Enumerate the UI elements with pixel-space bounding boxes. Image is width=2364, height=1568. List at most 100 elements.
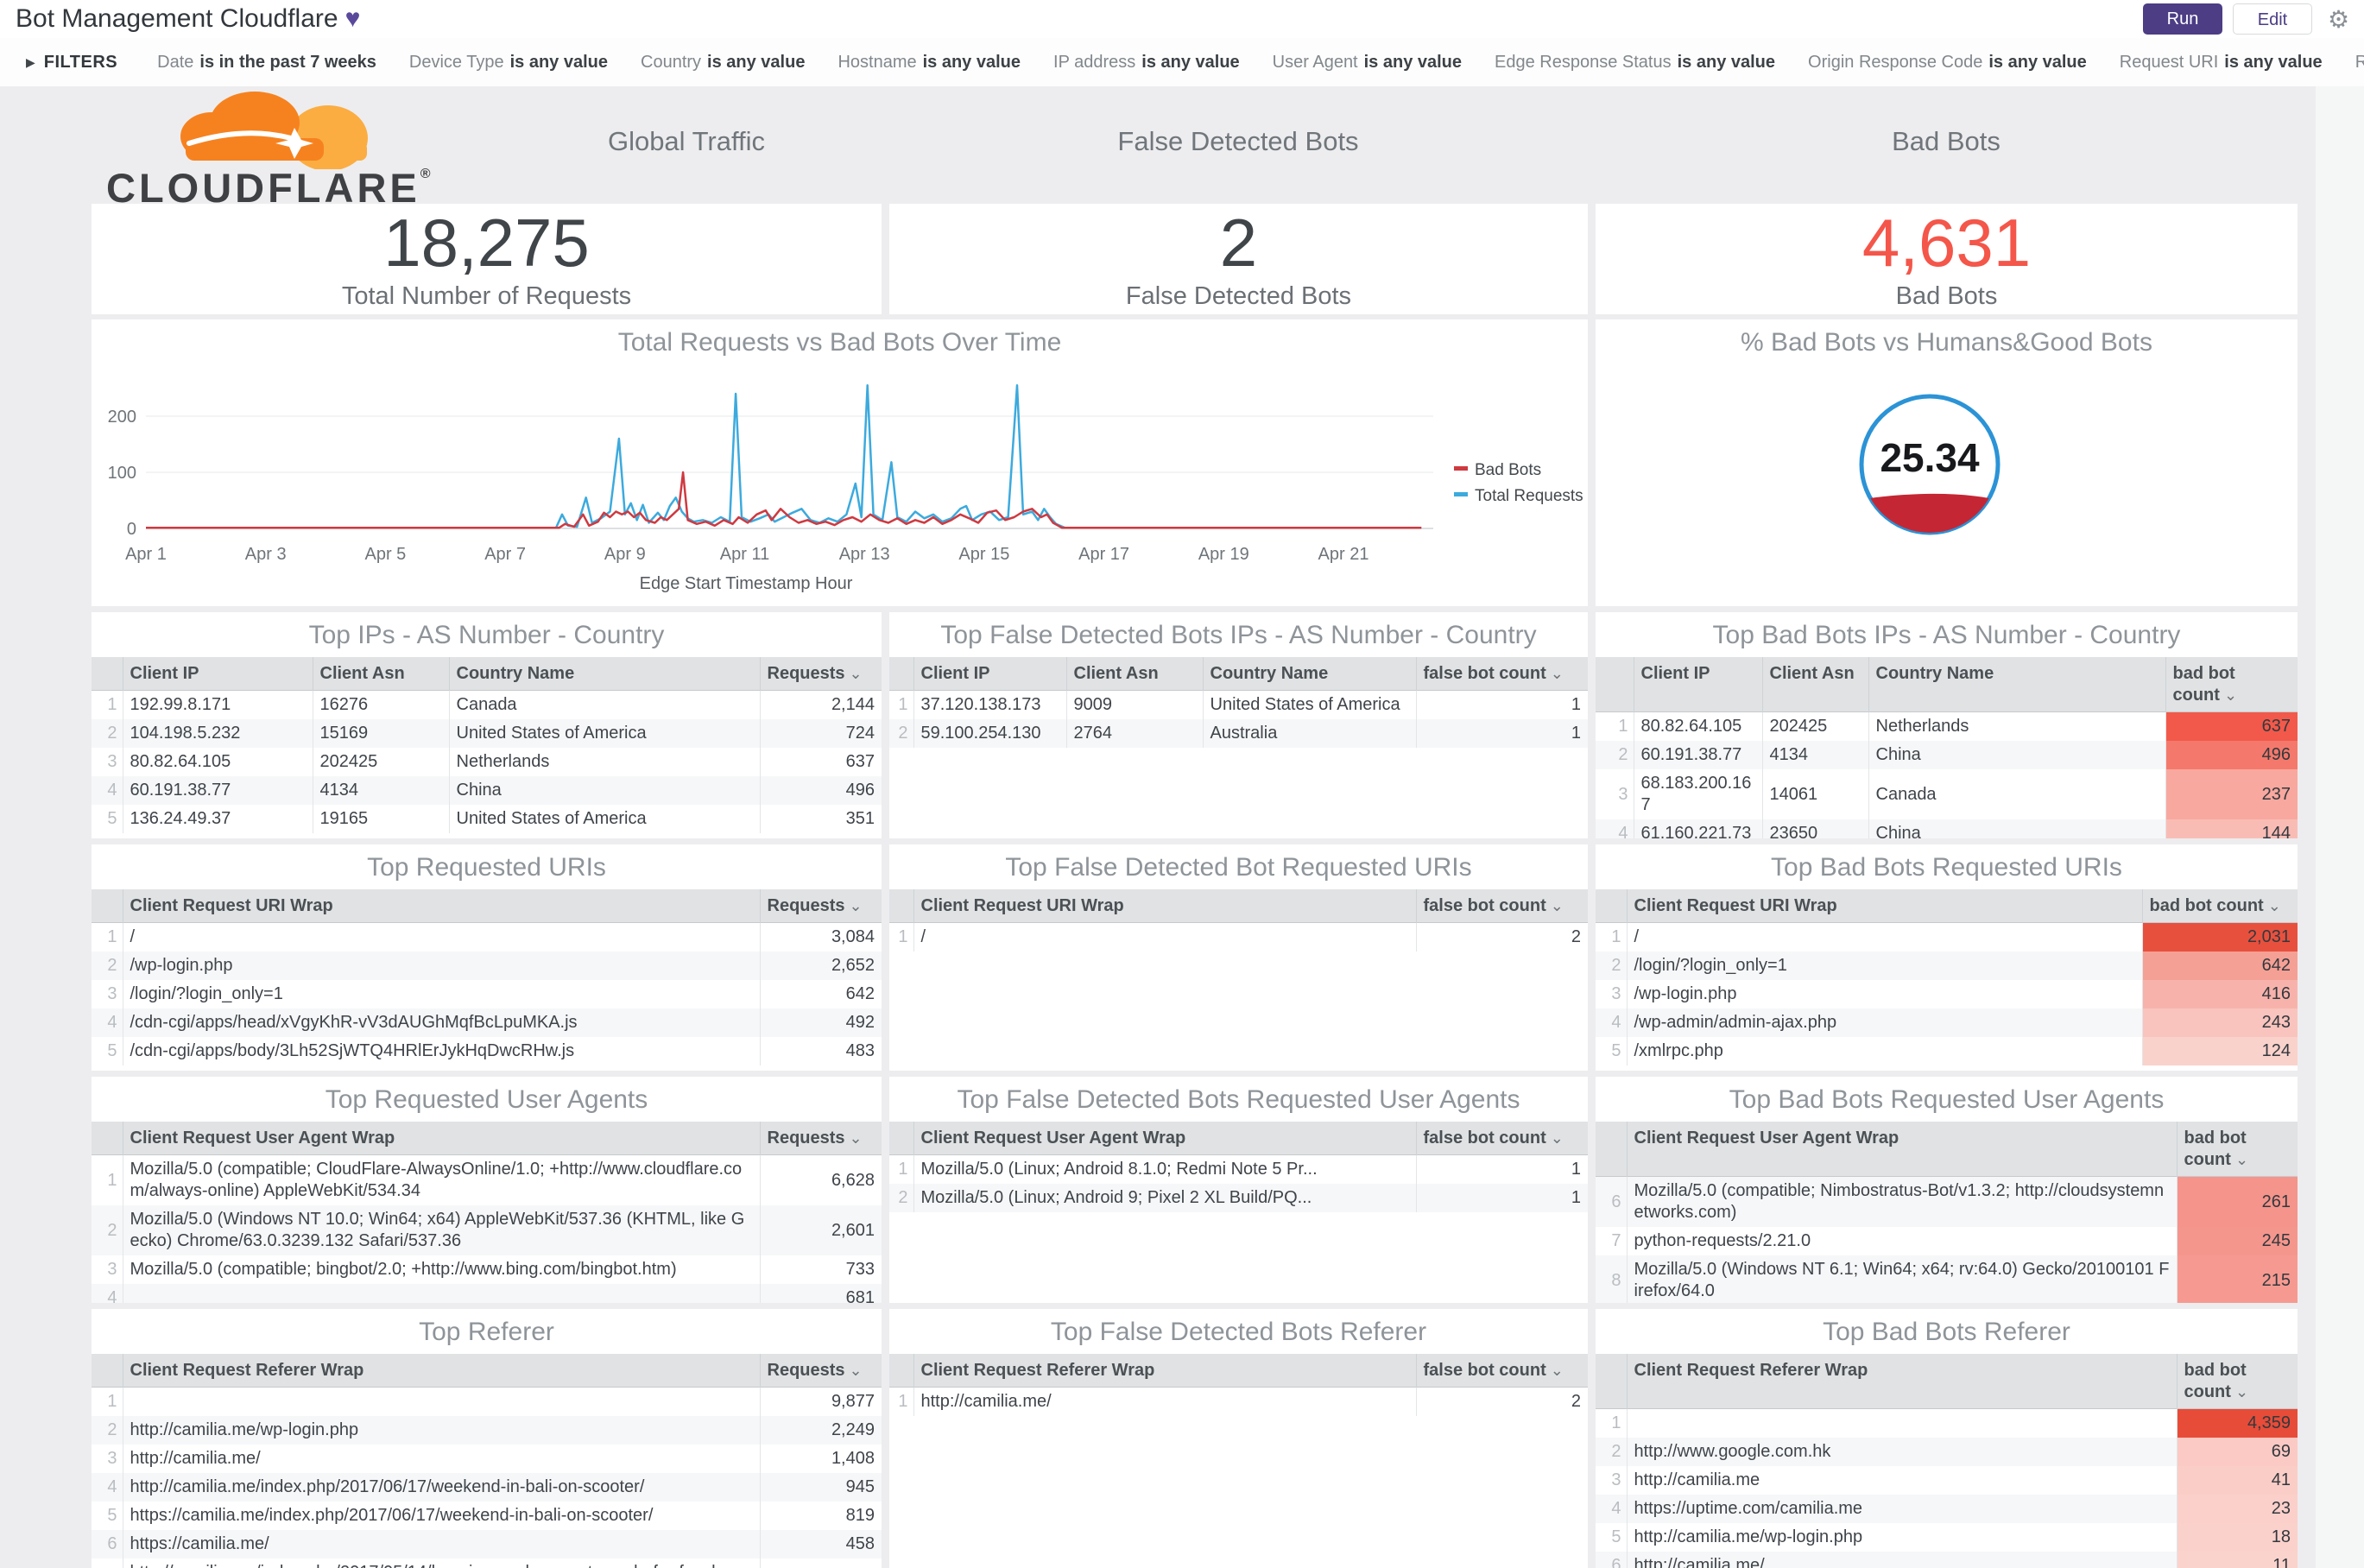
column-header[interactable]: Client Asn <box>1761 657 1868 712</box>
table-cell: 4134 <box>1761 741 1868 769</box>
table-cell: 192.99.8.171 <box>122 690 313 719</box>
column-header[interactable]: Client Request Referer Wrap <box>913 1354 1416 1388</box>
table-cell: https://uptime.com/camilia.me <box>1626 1495 2177 1523</box>
table-cell: 733 <box>759 1255 882 1284</box>
data-table: Client Request Referer Wrap bad bot count… <box>1596 1354 2298 1568</box>
column-header[interactable]: Client Request URI Wrap <box>122 889 760 923</box>
table-cell: 492 <box>759 1008 882 1037</box>
table-cell: /xmlrpc.php <box>1626 1037 2142 1065</box>
table-cell: / <box>122 922 760 952</box>
svg-text:Apr 9: Apr 9 <box>604 545 646 564</box>
column-header[interactable]: Client Asn <box>312 657 449 691</box>
sort-caret-icon: ⌄ <box>2234 1151 2249 1168</box>
row-number: 5 <box>1596 1523 1627 1552</box>
table-cell: http://camilia.me/wp-login.php <box>122 1416 760 1445</box>
column-header[interactable]: false bot count ⌄ <box>1415 657 1588 691</box>
row-number: 4 <box>92 1008 123 1037</box>
table-cell: 11 <box>2176 1552 2298 1568</box>
column-header[interactable]: false bot count ⌄ <box>1415 889 1588 923</box>
filter-value: is any value <box>509 52 609 72</box>
column-header[interactable]: Client Request User Agent Wrap <box>913 1122 1416 1155</box>
filter-item[interactable]: User Agent is any value <box>1273 53 1462 72</box>
column-header[interactable]: Country Name <box>1868 657 2165 712</box>
table-cell: 496 <box>2165 741 2298 769</box>
column-header[interactable]: bad bot count ⌄ <box>2176 1122 2298 1177</box>
table-row: 1 4,359 <box>1596 1408 2298 1438</box>
filter-item[interactable]: IP address is any value <box>1053 53 1240 72</box>
data-table: Client IP Client Asn Country Name false bot… <box>889 657 1588 748</box>
cloudflare-logo: CLOUDFLARE® <box>106 90 460 211</box>
table-row: 2/wp-login.php 2,652 <box>92 952 882 980</box>
column-header[interactable]: Requests ⌄ <box>759 657 882 691</box>
kpi-value: 4,631 <box>1861 204 2032 281</box>
table-cell: Mozilla/5.0 (compatible; bingbot/2.0; +h… <box>122 1255 760 1284</box>
filter-item[interactable]: Country is any value <box>641 53 805 72</box>
sort-caret-icon: ⌄ <box>849 1129 863 1147</box>
kpi-total-requests: 18,275 Total Number of Requests <box>92 204 882 314</box>
table: Client Request User Agent Wrap false bot … <box>889 1122 1588 1212</box>
sort-caret-icon: ⌄ <box>2267 897 2281 914</box>
table-cell: 496 <box>759 776 882 805</box>
column-header[interactable]: Client Request Referer Wrap <box>122 1354 760 1388</box>
data-table: Client IP Client Asn Country Name bad bot c… <box>1596 657 2298 838</box>
filter-item[interactable]: Hostname is any value <box>838 53 1021 72</box>
filter-item[interactable]: Request URI is any value <box>2120 53 2323 72</box>
filter-item[interactable]: Device Type is any value <box>409 53 608 72</box>
table: Client Request URI Wrap bad bot count ⌄ 1/2… <box>1596 889 2298 1065</box>
table-row: 5 136.24.49.37 19165 United States of Ameri… <box>92 805 882 833</box>
table-cell: 2,144 <box>759 690 882 719</box>
filter-item[interactable]: Date is in the past 7 weeks <box>157 53 376 72</box>
column-header[interactable]: bad bot count ⌄ <box>2165 657 2298 712</box>
table-title: Top False Detected Bots Requested User A… <box>957 1085 1520 1114</box>
table-panel-top-user-agents: Top Requested User Agents Client Request… <box>92 1077 882 1303</box>
table-cell: /wp-login.php <box>122 952 760 980</box>
column-header[interactable]: Client Asn <box>1065 657 1203 691</box>
table-cell: China <box>1868 819 2165 838</box>
column-header[interactable]: Client Request URI Wrap <box>913 889 1416 923</box>
column-header[interactable]: false bot count ⌄ <box>1415 1122 1588 1155</box>
column-header[interactable]: Client Request User Agent Wrap <box>122 1122 760 1155</box>
table-cell: United States of America <box>448 719 760 748</box>
row-number-header <box>92 657 123 691</box>
run-button[interactable]: Run <box>2143 3 2222 35</box>
column-header[interactable]: Client Request User Agent Wrap <box>1626 1122 2177 1177</box>
sort-caret-icon: ⌄ <box>1550 665 1564 682</box>
table-title: Top Bad Bots Requested URIs <box>1771 853 2122 882</box>
column-header[interactable]: Client IP <box>913 657 1066 691</box>
timeseries-chart[interactable]: 0 100 200 Apr 1 Apr 3 Apr 5 Apr 7 Apr 9 Apr 11 Ap… <box>92 364 1588 606</box>
table-title: Top False Detected Bots IPs - AS Number … <box>940 621 1537 649</box>
column-header[interactable]: false bot count ⌄ <box>1415 1354 1588 1388</box>
column-header[interactable]: bad bot count ⌄ <box>2141 889 2298 923</box>
table-title: Top Requested User Agents <box>325 1085 648 1114</box>
legend-label[interactable]: Total Requests <box>1475 487 1583 505</box>
table-row: 1 37.120.138.173 9009 United States of Amer… <box>889 690 1588 719</box>
filter-value: is in the past 7 weeks <box>199 52 376 72</box>
edit-button[interactable]: Edit <box>2233 3 2312 35</box>
column-header[interactable]: Country Name <box>448 657 760 691</box>
row-number: 7 <box>1596 1227 1627 1255</box>
row-number-header <box>889 657 913 691</box>
table-cell: 284 <box>759 1559 882 1568</box>
column-header[interactable]: Requests ⌄ <box>759 1122 882 1155</box>
filters-label[interactable]: FILTERS <box>44 53 117 73</box>
column-header[interactable]: Client Request URI Wrap <box>1626 889 2142 923</box>
svg-text:Apr 19: Apr 19 <box>1198 545 1249 564</box>
column-header[interactable]: Requests ⌄ <box>759 889 882 923</box>
column-header[interactable]: bad bot count ⌄ <box>2176 1354 2298 1409</box>
filter-item[interactable]: RayIDis any value <box>2355 53 2364 72</box>
gear-icon[interactable]: ⚙ <box>2328 5 2349 34</box>
svg-text:Apr 21: Apr 21 <box>1318 545 1369 564</box>
row-number: 2 <box>889 1184 913 1212</box>
filter-item[interactable]: Edge Response Status is any value <box>1495 53 1775 72</box>
filter-item[interactable]: Origin Response Code is any value <box>1808 53 2087 72</box>
legend-label[interactable]: Bad Bots <box>1475 461 1541 479</box>
column-header[interactable]: Country Name <box>1202 657 1416 691</box>
column-header[interactable]: Client IP <box>1633 657 1762 712</box>
column-header[interactable]: Client Request Referer Wrap <box>1626 1354 2177 1409</box>
table-panel-bad-bot-uris: Top Bad Bots Requested URIs Client Reque… <box>1596 844 2298 1071</box>
row-number: 6 <box>1596 1176 1627 1227</box>
filter-name: Date <box>157 52 194 72</box>
column-header[interactable]: Requests ⌄ <box>759 1354 882 1388</box>
filters-expander-icon[interactable]: ▶ <box>26 55 35 70</box>
column-header[interactable]: Client IP <box>122 657 313 691</box>
